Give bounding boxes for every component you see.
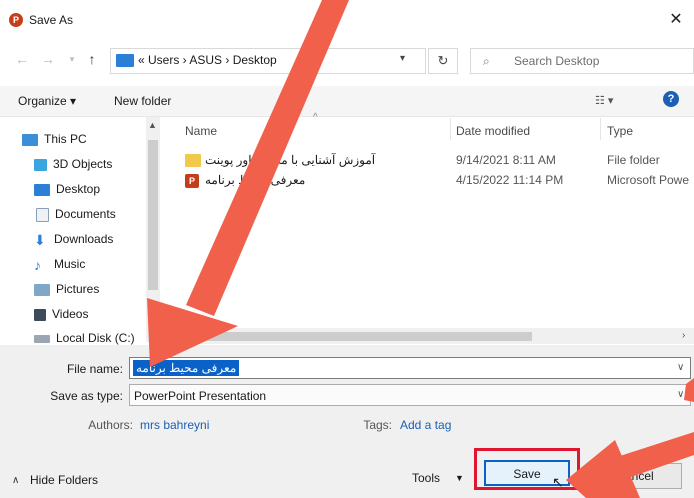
annotation-overlay [147,0,694,498]
arrow-to-save-shaft [620,432,694,478]
arrow-to-filename-shaft [186,0,349,316]
arrow-to-type-shaft [684,378,694,402]
arrow-to-filename-head [147,298,238,367]
